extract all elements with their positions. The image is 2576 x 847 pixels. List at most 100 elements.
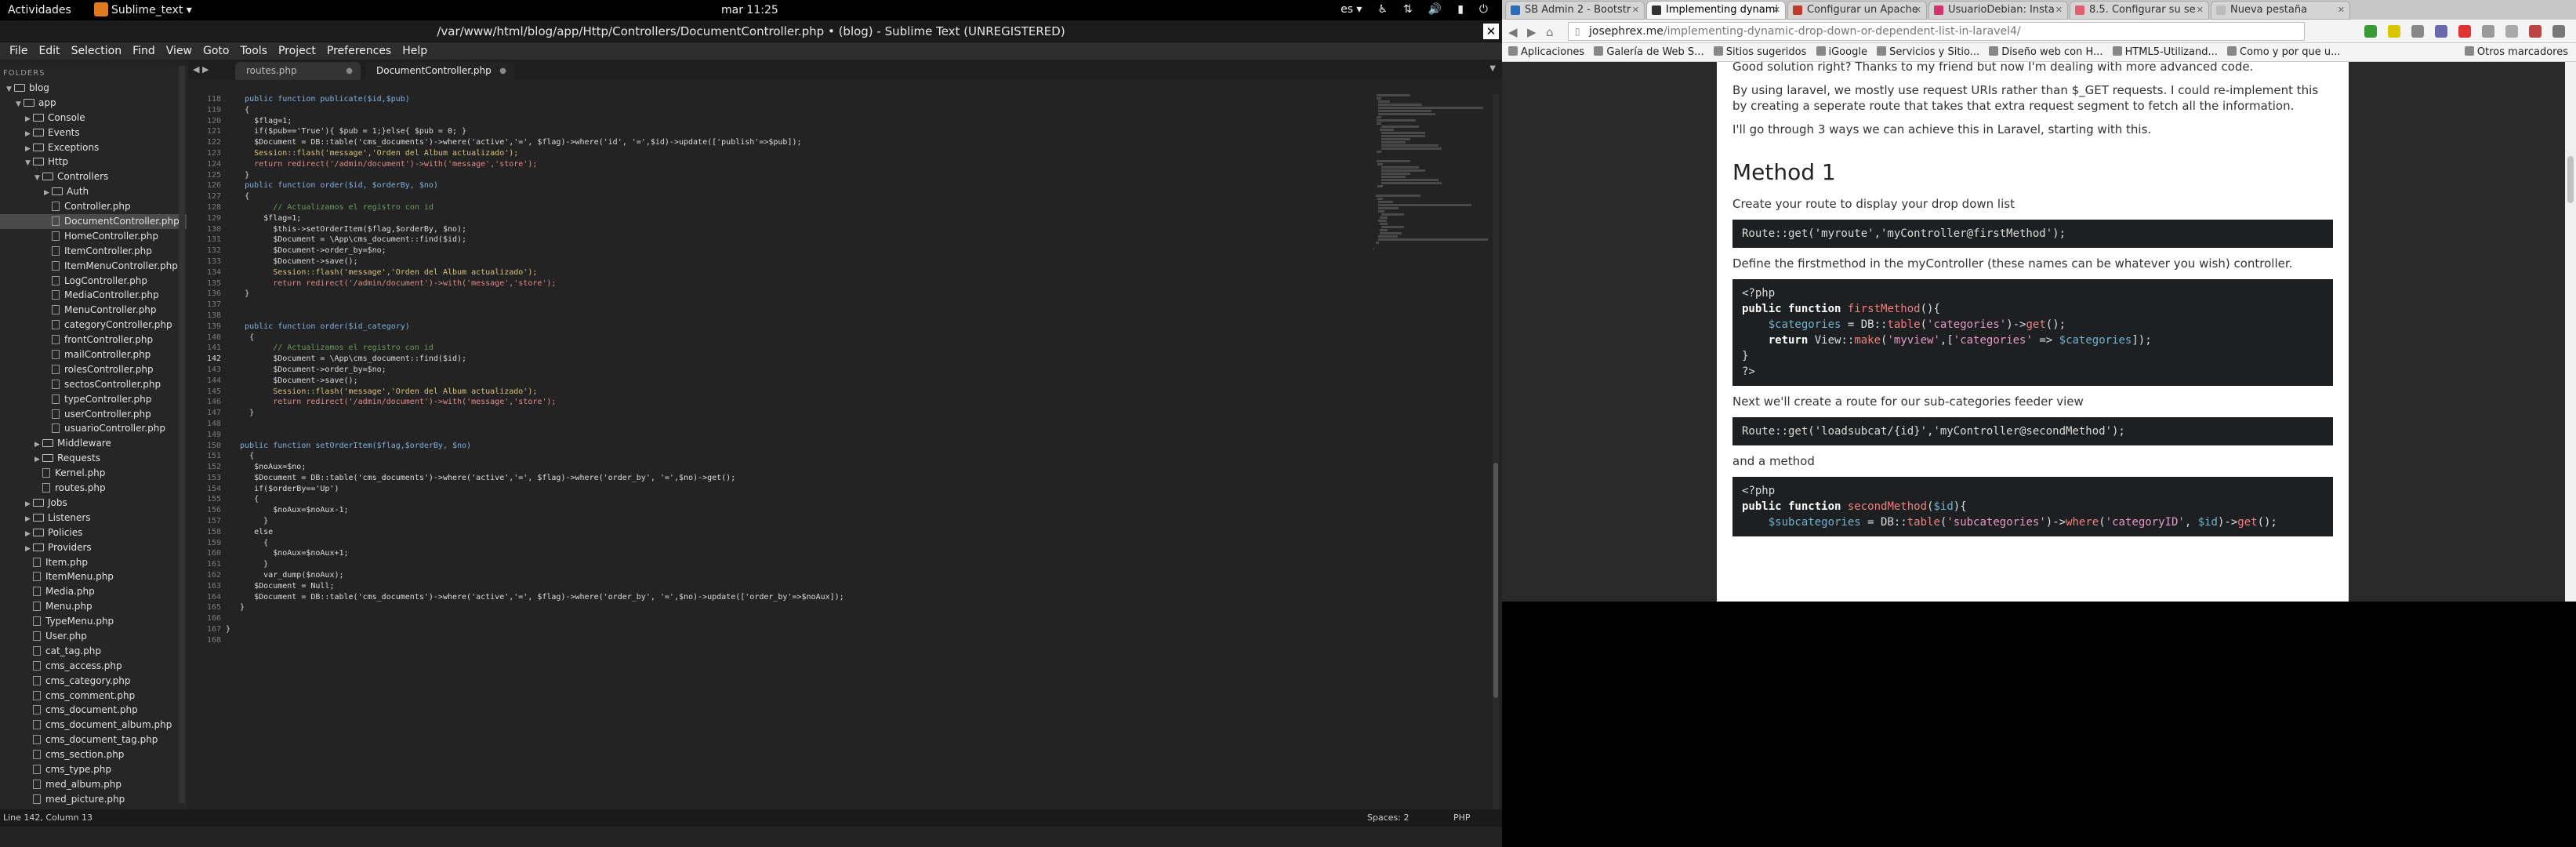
editor-scrollbar[interactable]: [1493, 94, 1499, 809]
menu-preferences[interactable]: Preferences: [322, 42, 397, 60]
tree-file-item[interactable]: sectosController.php: [0, 377, 187, 392]
tree-file-item[interactable]: MenuController.php: [0, 303, 187, 318]
network-icon[interactable]: ⇅: [1403, 3, 1413, 16]
code-line[interactable]: [226, 635, 1373, 646]
code-line[interactable]: $flag=1;: [226, 116, 1373, 127]
code-line[interactable]: $Document = DB::table('cms_documents')->…: [226, 592, 1373, 603]
browser-tab-apache[interactable]: Configurar un Apache ✕: [1787, 1, 1927, 20]
extension-icon[interactable]: [2505, 25, 2518, 38]
code-line[interactable]: $noAux=$noAux+1;: [226, 548, 1373, 559]
tree-file-item[interactable]: ItemMenuController.php: [0, 259, 187, 274]
extension-icon[interactable]: [2435, 25, 2447, 38]
tree-file-item[interactable]: cat_tag.php: [0, 644, 187, 659]
tree-file-item[interactable]: cms_access.php: [0, 659, 187, 674]
close-tab-icon[interactable]: ✕: [2197, 2, 2204, 19]
tree-file-item[interactable]: Media.php: [0, 584, 187, 599]
clock[interactable]: mar 11:25: [721, 4, 778, 16]
menu-find[interactable]: Find: [128, 42, 161, 60]
code-line[interactable]: $Document = \App\cms_document::find($id)…: [226, 234, 1373, 245]
code-line[interactable]: public function publicate($id,$pub): [226, 94, 1373, 105]
code-line[interactable]: [226, 613, 1373, 624]
other-bookmarks[interactable]: Otros marcadores: [2464, 43, 2568, 62]
code-line[interactable]: $Document->order_by=$no;: [226, 365, 1373, 376]
code-line[interactable]: $flag=1;: [226, 213, 1373, 224]
syntax-setting[interactable]: PHP: [1453, 809, 1471, 827]
tree-file-item[interactable]: cms_document.php: [0, 703, 187, 718]
code-line[interactable]: // Actualizamos el registro con id: [226, 202, 1373, 213]
bookmark-item[interactable]: Sitios sugeridos: [1713, 43, 1806, 62]
activities-button[interactable]: Actividades: [8, 4, 71, 16]
menu-edit[interactable]: Edit: [34, 42, 66, 60]
code-line[interactable]: public function order($id, $orderBy, $no…: [226, 180, 1373, 191]
home-icon[interactable]: ⌂: [1546, 25, 1554, 39]
extension-icon[interactable]: [2364, 25, 2377, 38]
code-line[interactable]: }: [226, 408, 1373, 419]
code-line[interactable]: Session::flash('message','Orden del Albu…: [226, 387, 1373, 398]
bookmark-item[interactable]: iGoogle: [1816, 43, 1867, 62]
tree-folder-item[interactable]: ▶ Requests: [0, 451, 187, 466]
tab-routes[interactable]: routes.php ●: [235, 62, 361, 80]
code-line[interactable]: [226, 419, 1373, 430]
editor-scroll-thumb[interactable]: [1493, 463, 1498, 698]
forward-icon[interactable]: ▶: [1527, 25, 1537, 39]
tree-folder-item[interactable]: ▼ app: [0, 96, 187, 111]
extension-icon[interactable]: [2552, 25, 2565, 38]
tree-file-item[interactable]: categoryController.php: [0, 318, 187, 333]
tree-folder-item[interactable]: ▶ Auth: [0, 184, 187, 199]
battery-icon[interactable]: ▮: [1457, 3, 1464, 16]
close-tab-icon[interactable]: ✕: [2055, 2, 2063, 19]
code-line[interactable]: public function order($id_category): [226, 322, 1373, 333]
bookmark-item[interactable]: HTML5-Utilizand...: [2112, 43, 2218, 62]
code-line[interactable]: Session::flash('message','Orden del Albu…: [226, 267, 1373, 278]
tree-file-item[interactable]: MediaController.php: [0, 288, 187, 303]
tree-file-item[interactable]: routes.php: [0, 481, 187, 496]
tree-file-item[interactable]: cms_type.php: [0, 762, 187, 777]
browser-tab-implementing[interactable]: Implementing dynami ✕: [1646, 1, 1786, 20]
code-line[interactable]: return redirect('/admin/document')->with…: [226, 278, 1373, 289]
code-line[interactable]: {: [226, 333, 1373, 344]
code-line[interactable]: [226, 430, 1373, 441]
code-line[interactable]: else: [226, 527, 1373, 538]
code-line[interactable]: {: [226, 191, 1373, 202]
code-line[interactable]: $Document->save();: [226, 376, 1373, 387]
tree-file-item[interactable]: usuarioController.php: [0, 421, 187, 436]
tree-file-item[interactable]: TypeMenu.php: [0, 614, 187, 629]
tree-folder-item[interactable]: ▶ Exceptions: [0, 140, 187, 155]
tree-file-item[interactable]: cms_document_album.php: [0, 718, 187, 732]
bookmark-item[interactable]: Diseño web con H...: [1989, 43, 2103, 62]
code-line[interactable]: {: [226, 451, 1373, 462]
extension-icon[interactable]: [2529, 25, 2542, 38]
page-scrollbar[interactable]: [2565, 62, 2576, 602]
tree-folder-item[interactable]: ▼ Controllers: [0, 169, 187, 184]
code-editor[interactable]: public function publicate($id,$pub) { $f…: [226, 94, 1373, 809]
browser-tab-sb-admin[interactable]: SB Admin 2 - Bootstr ✕: [1505, 1, 1645, 20]
tree-folder-item[interactable]: ▶ Providers: [0, 540, 187, 555]
extension-icon[interactable]: [2482, 25, 2494, 38]
code-line[interactable]: }: [226, 559, 1373, 570]
code-line[interactable]: {: [226, 105, 1373, 116]
tree-file-item[interactable]: Menu.php: [0, 599, 187, 614]
tab-document-controller[interactable]: DocumentController.php ●: [365, 62, 514, 80]
accessibility-icon[interactable]: ♿: [1377, 3, 1388, 16]
code-line[interactable]: {: [226, 494, 1373, 505]
tree-file-item[interactable]: med_album.php: [0, 777, 187, 792]
tree-file-item[interactable]: ItemController.php: [0, 244, 187, 259]
close-window-button[interactable]: ✕: [1483, 24, 1499, 39]
tree-file-item[interactable]: cms_category.php: [0, 674, 187, 689]
code-line[interactable]: }: [226, 516, 1373, 527]
close-tab-icon[interactable]: ✕: [1632, 2, 1639, 19]
code-line[interactable]: public function setOrderItem($flag,$orde…: [226, 441, 1373, 452]
code-line[interactable]: $this->setOrderItem($flag,$orderBy, $no)…: [226, 224, 1373, 235]
menu-help[interactable]: Help: [397, 42, 434, 60]
tree-file-item[interactable]: typeController.php: [0, 392, 187, 407]
minimap[interactable]: [1373, 94, 1491, 376]
code-line[interactable]: {: [226, 538, 1373, 549]
tab-dropdown-icon[interactable]: ▼: [1489, 64, 1496, 73]
page-info-icon[interactable]: ▯: [1575, 23, 1580, 40]
tree-folder-item[interactable]: ▶ Console: [0, 111, 187, 125]
tree-folder-item[interactable]: ▶ Jobs: [0, 496, 187, 511]
menu-selection[interactable]: Selection: [67, 42, 129, 60]
back-icon[interactable]: ◀: [1508, 25, 1518, 39]
tree-file-item[interactable]: DocumentController.php: [0, 214, 187, 229]
tree-folder-item[interactable]: ▼ Http: [0, 154, 187, 169]
